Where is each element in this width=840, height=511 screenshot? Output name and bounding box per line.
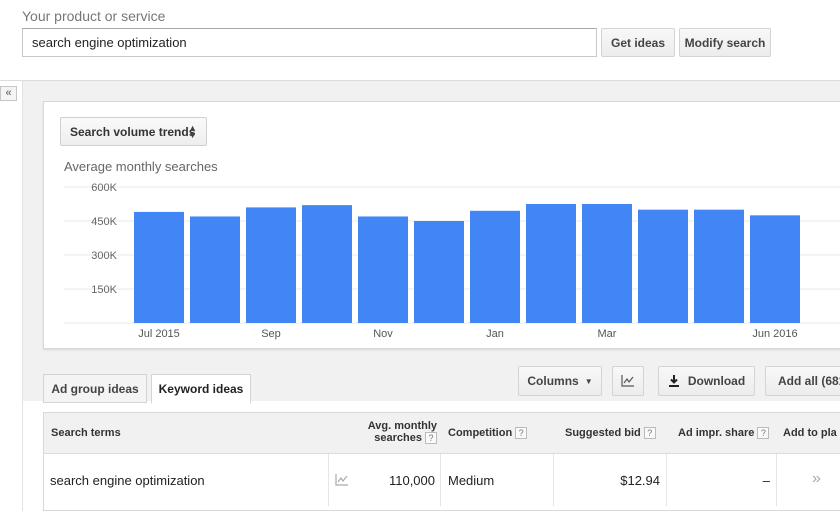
- y-tick-label: 450K: [91, 216, 117, 228]
- y-tick-label: 600K: [91, 182, 117, 194]
- y-tick-label: 150K: [91, 284, 117, 296]
- header-suggested-bid[interactable]: Suggested bid?: [565, 427, 656, 440]
- x-tick-label: Mar: [598, 328, 617, 340]
- bar-chart: 150K 300K 450K 600K Jul 2015 Sep Nov Jan Mar Jun …: [64, 182, 840, 340]
- header-avg-line1: Avg. monthly: [367, 420, 437, 432]
- chart-title: Average monthly searches: [64, 159, 218, 174]
- header-ad-impr-share[interactable]: Ad impr. share?: [678, 427, 770, 440]
- download-icon: [668, 375, 679, 387]
- bar: [694, 209, 744, 323]
- suggested-bid-value: $12.94: [620, 473, 660, 488]
- avg-monthly-searches-value: 110,000: [388, 473, 435, 488]
- tab-ad-group-ideas[interactable]: Ad group ideas: [43, 374, 147, 403]
- line-chart-icon: [621, 375, 634, 387]
- modify-search-button[interactable]: Modify search: [679, 28, 771, 57]
- table-row: search engine optimization 110,000 Mediu…: [44, 454, 840, 506]
- collapse-panel-icon[interactable]: «: [0, 86, 17, 101]
- columns-label: Columns: [527, 374, 579, 388]
- header-avg-monthly-searches[interactable]: Avg. monthly searches?: [349, 420, 437, 445]
- bar: [246, 207, 296, 323]
- bar: [470, 210, 520, 323]
- bar: [190, 216, 240, 323]
- bar: [582, 204, 632, 323]
- bar: [414, 221, 464, 323]
- search-volume-trends-select[interactable]: Search volume trends ▲ ▼: [60, 117, 207, 146]
- sort-arrows-icon: ▲ ▼: [188, 123, 197, 140]
- product-label: Your product or service: [22, 8, 166, 24]
- tab-keyword-ideas[interactable]: Keyword ideas: [151, 374, 251, 404]
- column-divider: [666, 454, 667, 506]
- x-tick-label: Sep: [261, 328, 281, 340]
- bar: [638, 209, 688, 323]
- x-tick-label: Jun 2016: [752, 328, 797, 340]
- y-tick-label: 300K: [91, 250, 117, 262]
- table-header: Search terms Avg. monthly searches? Comp…: [44, 413, 840, 454]
- bar: [134, 211, 184, 323]
- competition-value: Medium: [448, 473, 495, 488]
- help-icon[interactable]: ?: [425, 432, 437, 445]
- columns-button[interactable]: Columns ▼: [518, 366, 602, 396]
- bar: [750, 215, 800, 323]
- header-ad-impr-share-text: Ad impr. share: [678, 427, 755, 439]
- header-competition[interactable]: Competition?: [448, 427, 528, 440]
- x-tick-label: Jan: [486, 328, 504, 340]
- keyword-table: Search terms Avg. monthly searches? Comp…: [43, 412, 840, 511]
- product-search-input[interactable]: search engine optimization: [22, 28, 597, 57]
- add-to-plan-arrow-icon[interactable]: »: [812, 470, 821, 488]
- help-icon[interactable]: ?: [757, 427, 770, 440]
- header-add-to-plan: Add to pla: [783, 427, 837, 439]
- add-all-button[interactable]: Add all (681: [765, 366, 840, 396]
- download-button[interactable]: Download: [658, 366, 755, 396]
- download-label: Download: [687, 374, 746, 388]
- bar: [526, 204, 576, 323]
- header-avg-line2: searches?: [349, 432, 437, 445]
- keyword-term: search engine optimization: [50, 473, 205, 488]
- x-tick-label: Nov: [373, 328, 393, 340]
- ad-impr-share-value: –: [762, 473, 770, 488]
- chevron-down-icon: ▼: [584, 376, 593, 386]
- header-avg-line2-text: searches: [374, 432, 422, 444]
- bar: [302, 205, 352, 323]
- bar: [358, 216, 408, 323]
- get-ideas-button[interactable]: Get ideas: [601, 28, 675, 57]
- trend-select-label: Search volume trends: [70, 124, 196, 139]
- header-search-terms[interactable]: Search terms: [51, 427, 121, 439]
- trend-chart-icon[interactable]: [335, 474, 349, 486]
- column-divider: [328, 454, 329, 506]
- column-divider: [553, 454, 554, 506]
- header-suggested-bid-text: Suggested bid: [565, 427, 641, 439]
- chart-toggle-button[interactable]: [612, 366, 644, 396]
- column-divider: [776, 454, 777, 506]
- header-competition-text: Competition: [448, 427, 513, 439]
- help-icon[interactable]: ?: [515, 427, 528, 440]
- x-tick-label: Jul 2015: [138, 328, 180, 340]
- column-divider: [440, 454, 441, 506]
- help-icon[interactable]: ?: [643, 427, 656, 440]
